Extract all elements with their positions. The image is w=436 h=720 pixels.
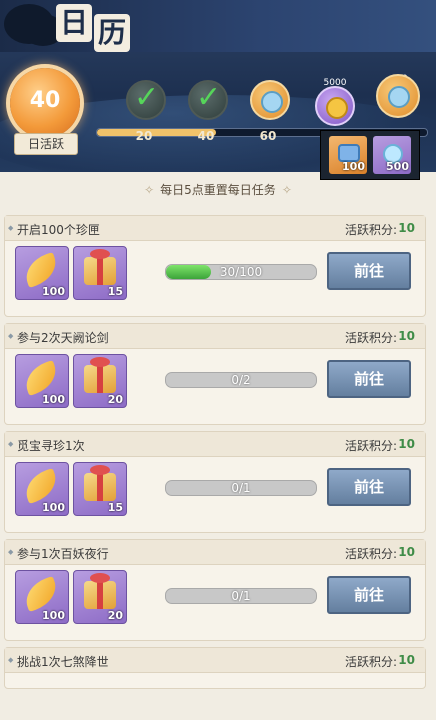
- milestone-60-chest[interactable]: [250, 80, 290, 120]
- gift-box-icon: [84, 573, 116, 609]
- go-button[interactable]: 前往: [327, 252, 411, 290]
- task-progress-text: 30/100: [219, 265, 263, 279]
- task-points-value: 10: [398, 545, 415, 559]
- task-reward-count: 100: [42, 501, 65, 514]
- title-char-2: 历: [94, 14, 130, 52]
- title-banner: 日 历: [0, 0, 436, 52]
- daily-activity-badge: 40: [10, 68, 80, 138]
- task-points-label: 活跃积分:: [344, 655, 397, 669]
- task-card-header: 参与2次天阙论剑 活跃积分:10: [5, 324, 425, 349]
- reward-preview-count-1: 100: [342, 160, 365, 173]
- task-title: 参与1次百妖夜行: [8, 545, 109, 562]
- go-button[interactable]: 前往: [327, 360, 411, 398]
- task-reward-item[interactable]: 15: [73, 462, 127, 516]
- diamond-icon: ✧: [144, 183, 155, 197]
- task-reward-count: 20: [107, 393, 123, 406]
- task-progress-text: 0/1: [231, 589, 251, 603]
- milestone-4-chest[interactable]: [315, 86, 355, 126]
- milestone-40-chest[interactable]: ✓: [188, 80, 228, 120]
- diamond-icon: ✧: [281, 183, 292, 197]
- check-icon: ✓: [134, 80, 160, 115]
- milestone-5-chest[interactable]: [376, 74, 420, 118]
- gold-feather-icon: [20, 467, 62, 505]
- task-reward-item[interactable]: 20: [73, 354, 127, 408]
- task-points-label: 活跃积分:: [344, 439, 397, 453]
- task-card-header: 觅宝寻珍1次 活跃积分:10: [5, 432, 425, 457]
- gift-box-icon: [84, 465, 116, 501]
- task-points-label: 活跃积分:: [344, 547, 397, 561]
- task-reward-count: 100: [42, 285, 65, 298]
- check-icon: ✓: [196, 80, 222, 115]
- reset-notice: ✧ 每日5点重置每日任务 ✧: [0, 176, 436, 204]
- task-reward-item[interactable]: 100: [15, 354, 69, 408]
- go-button[interactable]: 前往: [327, 468, 411, 506]
- reward-preview-item-1: 100: [329, 136, 367, 174]
- task-card-header: 开启100个珍匣 活跃积分:10: [5, 216, 425, 241]
- task-reward-count: 15: [107, 285, 123, 298]
- gold-feather-chest-icon: [326, 97, 348, 119]
- milestone-20-label: 20: [135, 129, 153, 143]
- task-progress-bar: 30/100: [165, 264, 317, 280]
- task-reward-count: 15: [107, 501, 123, 514]
- task-reward-item[interactable]: 15: [73, 246, 127, 300]
- task-progress-bar: 0/1: [165, 480, 317, 496]
- milestone-20-chest[interactable]: ✓: [126, 80, 166, 120]
- task-progress-bar: 0/1: [165, 588, 317, 604]
- task-card: 开启100个珍匣 活跃积分:10 100 15 30/100 前往: [4, 215, 426, 317]
- milestone-60-label: 60: [259, 129, 277, 143]
- reward-preview-item-2: 500: [373, 136, 411, 174]
- task-points-value: 10: [398, 221, 415, 235]
- task-points-label: 活跃积分:: [344, 223, 397, 237]
- task-title: 开启100个珍匣: [8, 221, 100, 238]
- task-progress-bar: 0/2: [165, 372, 317, 388]
- task-points-label: 活跃积分:: [344, 331, 397, 345]
- task-points-value: 10: [398, 437, 415, 451]
- gold-feather-icon: [20, 251, 62, 289]
- task-reward-item[interactable]: 100: [15, 246, 69, 300]
- gold-feather-icon: [20, 575, 62, 613]
- daily-activity-label: 日活跃: [14, 133, 78, 155]
- gem-chest-icon: [261, 91, 283, 113]
- task-title: 挑战1次七煞降世: [8, 653, 109, 670]
- reset-notice-text: 每日5点重置每日任务: [160, 183, 276, 197]
- reward-preview-count-2: 500: [386, 160, 409, 173]
- task-reward-count: 100: [42, 609, 65, 622]
- go-button[interactable]: 前往: [327, 576, 411, 614]
- task-title: 参与2次天阙论剑: [8, 329, 109, 346]
- task-title: 觅宝寻珍1次: [8, 437, 85, 454]
- task-points-value: 10: [398, 653, 415, 667]
- task-progress-text: 0/1: [231, 481, 251, 495]
- task-points-value: 10: [398, 329, 415, 343]
- gift-box-icon: [84, 249, 116, 285]
- reward-preview-popup: 100 500: [320, 130, 420, 180]
- task-card: 觅宝寻珍1次 活跃积分:10 100 15 0/1 前往: [4, 431, 426, 533]
- task-progress-text: 0/2: [231, 373, 251, 387]
- task-card-header: 参与1次百妖夜行 活跃积分:10: [5, 540, 425, 565]
- milestone-40-label: 40: [197, 129, 215, 143]
- daily-activity-value: 40: [29, 88, 61, 113]
- task-card-header: 挑战1次七煞降世 活跃积分:10: [5, 648, 425, 673]
- task-card: 参与1次百妖夜行 活跃积分:10 100 20 0/1 前往: [4, 539, 426, 641]
- task-reward-item[interactable]: 20: [73, 570, 127, 624]
- blue-gem-chest-icon: [388, 86, 410, 108]
- task-reward-item[interactable]: 100: [15, 570, 69, 624]
- task-reward-count: 20: [107, 609, 123, 622]
- task-reward-item[interactable]: 100: [15, 462, 69, 516]
- cloud-icon: [4, 4, 54, 44]
- title-char-1: 日: [56, 4, 92, 42]
- gold-feather-icon: [20, 359, 62, 397]
- task-card: 参与2次天阙论剑 活跃积分:10 100 20 0/2 前往: [4, 323, 426, 425]
- gift-box-icon: [84, 357, 116, 393]
- task-card: 挑战1次七煞降世 活跃积分:10: [4, 647, 426, 689]
- task-reward-count: 100: [42, 393, 65, 406]
